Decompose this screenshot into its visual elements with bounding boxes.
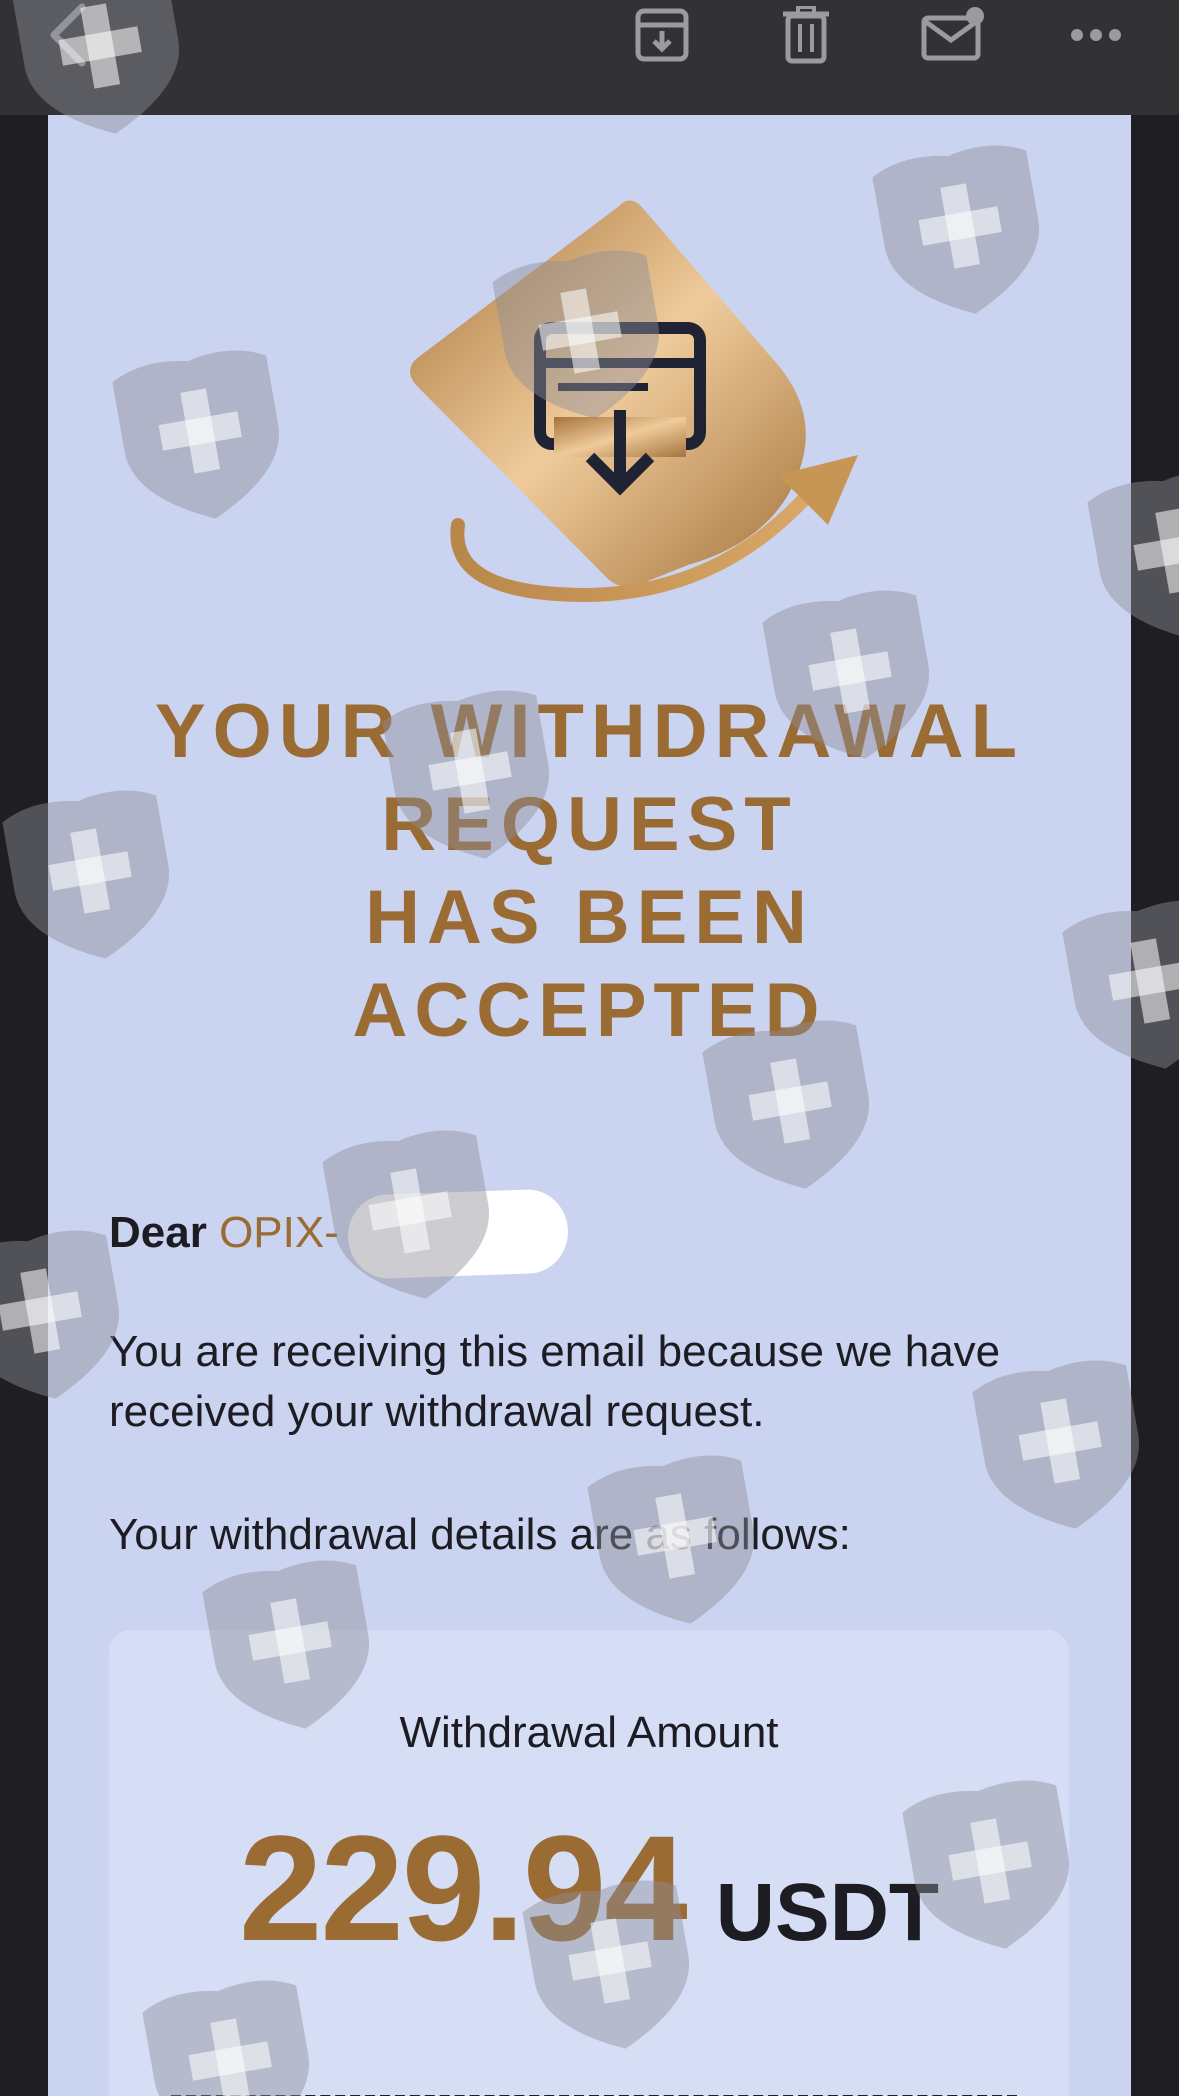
body-paragraph: Your withdrawal details are as follows:	[109, 1510, 851, 1559]
headline-line: YOUR WITHDRAWAL	[154, 689, 1025, 774]
withdrawal-detail-card: Withdrawal Amount 229.94 USDT	[109, 1630, 1069, 2096]
greeting-prefix: Dear	[109, 1208, 207, 1257]
archive-icon[interactable]	[632, 0, 692, 70]
back-icon[interactable]	[38, 0, 98, 70]
mail-toolbar	[0, 0, 1179, 115]
headline-line: REQUEST	[381, 782, 798, 867]
amount-unit: USDT	[715, 1867, 939, 1958]
headline-line: HAS BEEN	[365, 875, 814, 960]
redaction-mark	[346, 1188, 570, 1280]
amount-row: 229.94 USDT	[109, 1802, 1069, 1975]
trash-icon[interactable]	[776, 0, 836, 70]
email-headline: YOUR WITHDRAWAL REQUEST HAS BEEN ACCEPTE…	[48, 685, 1131, 1057]
more-icon[interactable]	[1066, 0, 1126, 70]
mark-unread-icon[interactable]	[918, 0, 988, 70]
amount-value: 229.94	[238, 1804, 688, 1972]
headline-line: ACCEPTED	[352, 968, 827, 1053]
greeting: Dear OPIX-	[109, 1208, 339, 1258]
body-paragraph: You are receiving this email because we …	[109, 1327, 1001, 1436]
account-name: OPIX-	[219, 1208, 339, 1257]
email-body: YOUR WITHDRAWAL REQUEST HAS BEEN ACCEPTE…	[48, 115, 1131, 2096]
withdrawal-hero-icon	[358, 195, 878, 630]
amount-label: Withdrawal Amount	[399, 1708, 779, 1757]
